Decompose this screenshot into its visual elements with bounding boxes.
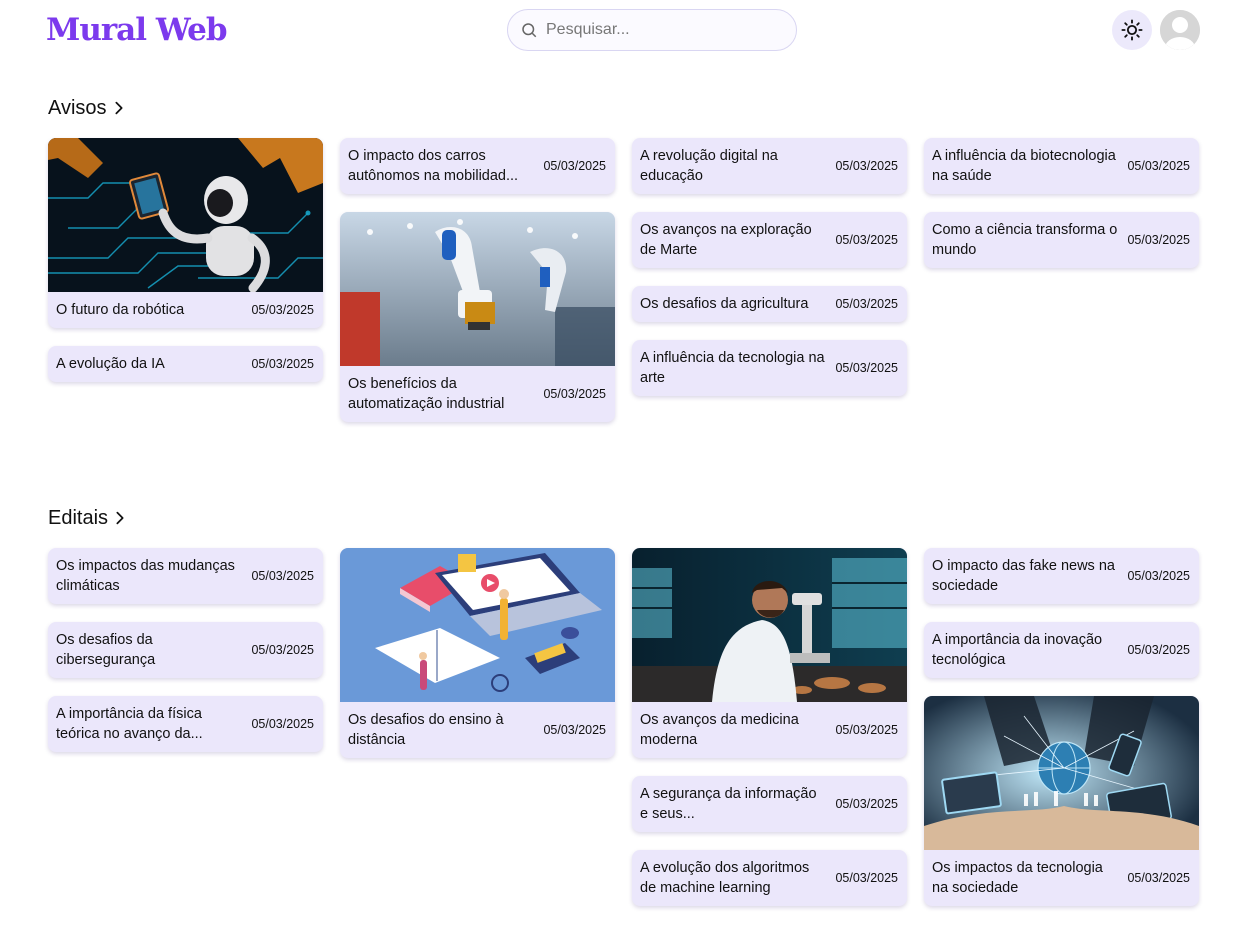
scientist-microscope-image [632,548,907,702]
industrial-robot-arm-image [340,212,615,366]
card-avisos-ia[interactable]: A evolução da IA 05/03/2025 [48,346,323,382]
card-date: 05/03/2025 [251,717,314,731]
card-date: 05/03/2025 [1127,233,1190,247]
section-editais-title[interactable]: Editais [48,506,128,530]
card-title: Os avanços da medicina moderna [640,712,799,748]
card-body: O impacto das fake news na sociedade 05/… [924,548,1199,604]
card-title: Os desafios do ensino à distância [348,712,504,748]
card-title: Os impactos da tecnologia na sociedade [932,860,1103,896]
card-date: 05/03/2025 [835,233,898,247]
card-date: 05/03/2025 [1127,569,1190,583]
card-title: A evolução dos algoritmos de machine lea… [640,860,810,896]
section-avisos-label: Avisos [48,97,107,119]
card-title: A importância da inovação tecnológica [932,632,1103,668]
card-date: 05/03/2025 [835,797,898,811]
card-date: 05/03/2025 [835,297,898,311]
card-title: Os avanços na exploração de Marte [640,222,812,258]
card-date: 05/03/2025 [251,643,314,657]
card-body: Os impactos das mudanças climáticas 05/0… [48,548,323,604]
card-date: 05/03/2025 [543,723,606,737]
card-body: Os impactos da tecnologia na sociedade 0… [924,850,1199,906]
card-title: Os desafios da agricultura [640,296,809,312]
chevron-right-icon [115,101,123,115]
card-body: Os avanços da medicina moderna 05/03/202… [632,702,907,758]
card-date: 05/03/2025 [835,159,898,173]
card-body: A evolução da IA 05/03/2025 [48,346,323,382]
section-avisos-title[interactable]: Avisos [48,96,127,120]
card-date: 05/03/2025 [251,303,314,317]
card-title: A evolução da IA [56,356,165,372]
section-editais-label: Editais [48,507,109,529]
card-avisos-agricultura[interactable]: Os desafios da agricultura 05/03/2025 [632,286,907,322]
card-body: Como a ciência transforma o mundo 05/03/… [924,212,1199,268]
card-editais-seguranca-informacao[interactable]: A segurança da informação e seus... 05/0… [632,776,907,832]
card-date: 05/03/2025 [835,723,898,737]
card-editais-inovacao[interactable]: A importância da inovação tecnológica 05… [924,622,1199,678]
card-editais-ensino-distancia[interactable]: Os desafios do ensino à distância 05/03/… [340,548,615,758]
card-avisos-automatizacao[interactable]: Os benefícios da automatização industria… [340,212,615,422]
theme-toggle-button[interactable] [1112,10,1152,50]
card-date: 05/03/2025 [251,569,314,583]
card-title: O futuro da robótica [56,302,185,318]
card-body: Os desafios do ensino à distância 05/03/… [340,702,615,758]
card-body: Os desafios da agricultura 05/03/2025 [632,286,907,322]
hands-global-network-image [924,696,1199,850]
sun-icon [1121,19,1143,41]
card-body: A importância da física teórica no avanç… [48,696,323,752]
chevron-right-icon [116,511,124,525]
card-body: Os desafios da cibersegurança 05/03/2025 [48,622,323,678]
card-title: Os desafios da cibersegurança [56,632,156,668]
search-icon [522,23,537,38]
card-title: Como a ciência transforma o mundo [932,222,1118,258]
card-date: 05/03/2025 [1127,871,1190,885]
card-body: A importância da inovação tecnológica 05… [924,622,1199,678]
card-date: 05/03/2025 [543,387,606,401]
user-avatar[interactable] [1160,10,1200,50]
card-body: A influência da biotecnologia na saúde 0… [924,138,1199,194]
card-editais-fisica[interactable]: A importância da física teórica no avanç… [48,696,323,752]
card-body: A segurança da informação e seus... 05/0… [632,776,907,832]
card-editais-clima[interactable]: Os impactos das mudanças climáticas 05/0… [48,548,323,604]
user-avatar-icon [1160,10,1200,50]
online-learning-illustration-image [340,548,615,702]
card-date: 05/03/2025 [251,357,314,371]
card-avisos-revolucao-digital[interactable]: A revolução digital na educação 05/03/20… [632,138,907,194]
card-title: A importância da física teórica no avanç… [56,706,203,742]
card-date: 05/03/2025 [1127,159,1190,173]
card-title: O impacto das fake news na sociedade [932,558,1115,594]
card-editais-medicina[interactable]: Os avanços da medicina moderna 05/03/202… [632,548,907,758]
card-avisos-carros-autonomos[interactable]: O impacto dos carros autônomos na mobili… [340,138,615,194]
card-avisos-ciencia[interactable]: Como a ciência transforma o mundo 05/03/… [924,212,1199,268]
card-date: 05/03/2025 [543,159,606,173]
search-bar[interactable] [507,9,797,51]
card-editais-tecnologia-sociedade[interactable]: Os impactos da tecnologia na sociedade 0… [924,696,1199,906]
card-date: 05/03/2025 [1127,643,1190,657]
card-avisos-robotica[interactable]: O futuro da robótica 05/03/2025 [48,138,323,328]
card-avisos-marte[interactable]: Os avanços na exploração de Marte 05/03/… [632,212,907,268]
card-editais-ciberseguranca[interactable]: Os desafios da cibersegurança 05/03/2025 [48,622,323,678]
card-title: O impacto dos carros autônomos na mobili… [348,148,519,184]
robot-tablet-image [48,138,323,292]
card-body: A revolução digital na educação 05/03/20… [632,138,907,194]
card-title: Os impactos das mudanças climáticas [56,558,235,594]
card-title: A segurança da informação e seus... [640,786,817,822]
card-date: 05/03/2025 [835,871,898,885]
card-title: A influência da biotecnologia na saúde [932,148,1116,184]
card-body: A evolução dos algoritmos de machine lea… [632,850,907,906]
card-title: A influência da tecnologia na arte [640,350,825,386]
card-body: O futuro da robótica 05/03/2025 [48,292,323,328]
card-avisos-biotecnologia[interactable]: A influência da biotecnologia na saúde 0… [924,138,1199,194]
card-body: Os benefícios da automatização industria… [340,366,615,422]
card-title: Os benefícios da automatização industria… [348,376,505,412]
card-body: A influência da tecnologia na arte 05/03… [632,340,907,396]
card-body: O impacto dos carros autônomos na mobili… [340,138,615,194]
app-logo[interactable]: Mural Web [46,10,228,50]
card-avisos-tecnologia-arte[interactable]: A influência da tecnologia na arte 05/03… [632,340,907,396]
card-editais-fake-news[interactable]: O impacto das fake news na sociedade 05/… [924,548,1199,604]
card-editais-machine-learning[interactable]: A evolução dos algoritmos de machine lea… [632,850,907,906]
card-title: A revolução digital na educação [640,148,778,184]
card-date: 05/03/2025 [835,361,898,375]
card-body: Os avanços na exploração de Marte 05/03/… [632,212,907,268]
search-input[interactable] [546,21,766,39]
